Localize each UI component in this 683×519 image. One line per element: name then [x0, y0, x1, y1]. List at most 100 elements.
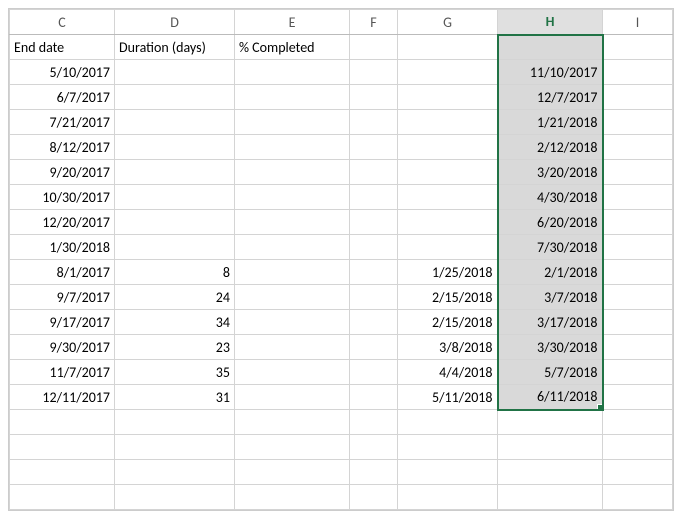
- cell[interactable]: [350, 235, 398, 260]
- cell[interactable]: [603, 210, 673, 235]
- cell-selected[interactable]: 6/20/2018: [498, 210, 603, 235]
- cell[interactable]: End date: [10, 35, 115, 60]
- cell[interactable]: [350, 110, 398, 135]
- cell[interactable]: [115, 460, 235, 485]
- cell[interactable]: [350, 185, 398, 210]
- cell-selected[interactable]: 3/17/2018: [498, 310, 603, 335]
- col-header-C[interactable]: C: [10, 10, 115, 35]
- cell[interactable]: [350, 60, 398, 85]
- cell[interactable]: [603, 410, 673, 435]
- cell[interactable]: [498, 460, 603, 485]
- cell[interactable]: 12/20/2017: [10, 210, 115, 235]
- cell-selected[interactable]: 3/30/2018: [498, 335, 603, 360]
- cell-selected[interactable]: 12/7/2017: [498, 85, 603, 110]
- cell[interactable]: [603, 185, 673, 210]
- cell[interactable]: 7/21/2017: [10, 110, 115, 135]
- cell[interactable]: [10, 460, 115, 485]
- cell[interactable]: 4/4/2018: [398, 360, 498, 385]
- grid[interactable]: C D E F G H I End date Duration (days) %…: [9, 9, 673, 510]
- cell[interactable]: [115, 235, 235, 260]
- cell[interactable]: [398, 160, 498, 185]
- cell[interactable]: [350, 210, 398, 235]
- cell[interactable]: [603, 135, 673, 160]
- cell[interactable]: [235, 335, 350, 360]
- cell[interactable]: 2/15/2018: [398, 285, 498, 310]
- cell[interactable]: 35: [115, 360, 235, 385]
- cell[interactable]: [398, 410, 498, 435]
- cell[interactable]: [115, 185, 235, 210]
- cell-selected[interactable]: 2/12/2018: [498, 135, 603, 160]
- cell[interactable]: [10, 485, 115, 510]
- cell[interactable]: [235, 435, 350, 460]
- cell[interactable]: [235, 460, 350, 485]
- cell[interactable]: [398, 35, 498, 60]
- cell[interactable]: [603, 110, 673, 135]
- cell[interactable]: [115, 410, 235, 435]
- cell[interactable]: [603, 310, 673, 335]
- cell[interactable]: [603, 85, 673, 110]
- cell[interactable]: [10, 435, 115, 460]
- cell[interactable]: [115, 60, 235, 85]
- cell[interactable]: 10/30/2017: [10, 185, 115, 210]
- cell[interactable]: [350, 285, 398, 310]
- cell[interactable]: [115, 210, 235, 235]
- cell[interactable]: 8/12/2017: [10, 135, 115, 160]
- cell[interactable]: [603, 360, 673, 385]
- cell[interactable]: 8/1/2017: [10, 260, 115, 285]
- cell[interactable]: [603, 60, 673, 85]
- cell[interactable]: [10, 410, 115, 435]
- cell[interactable]: [235, 310, 350, 335]
- cell[interactable]: [235, 210, 350, 235]
- col-header-H[interactable]: H: [498, 10, 603, 35]
- cell[interactable]: 31: [115, 385, 235, 410]
- cell[interactable]: 1/30/2018: [10, 235, 115, 260]
- cell[interactable]: [398, 85, 498, 110]
- cell[interactable]: [498, 410, 603, 435]
- cell-selected[interactable]: 4/30/2018: [498, 185, 603, 210]
- cell[interactable]: [398, 210, 498, 235]
- cell[interactable]: 2/15/2018: [398, 310, 498, 335]
- cell[interactable]: [115, 160, 235, 185]
- cell[interactable]: [498, 485, 603, 510]
- cell[interactable]: 23: [115, 335, 235, 360]
- cell[interactable]: [350, 85, 398, 110]
- cell[interactable]: [235, 135, 350, 160]
- cell[interactable]: [235, 260, 350, 285]
- cell-selected[interactable]: 2/1/2018: [498, 260, 603, 285]
- cell[interactable]: [603, 385, 673, 410]
- col-header-G[interactable]: G: [398, 10, 498, 35]
- cell[interactable]: [398, 110, 498, 135]
- cell-selected[interactable]: 3/7/2018: [498, 285, 603, 310]
- cell[interactable]: 9/20/2017: [10, 160, 115, 185]
- cell[interactable]: 34: [115, 310, 235, 335]
- cell-selected[interactable]: 1/21/2018: [498, 110, 603, 135]
- cell[interactable]: [398, 60, 498, 85]
- cell[interactable]: 1/25/2018: [398, 260, 498, 285]
- cell[interactable]: [398, 135, 498, 160]
- cell[interactable]: 12/11/2017: [10, 385, 115, 410]
- cell[interactable]: [603, 460, 673, 485]
- cell[interactable]: [235, 160, 350, 185]
- cell-selected[interactable]: 6/11/2018: [498, 385, 603, 410]
- col-header-D[interactable]: D: [115, 10, 235, 35]
- cell[interactable]: 5/11/2018: [398, 385, 498, 410]
- cell[interactable]: 9/17/2017: [10, 310, 115, 335]
- col-header-F[interactable]: F: [350, 10, 398, 35]
- cell[interactable]: [398, 435, 498, 460]
- cell[interactable]: [603, 335, 673, 360]
- cell[interactable]: [398, 185, 498, 210]
- cell[interactable]: [235, 360, 350, 385]
- cell[interactable]: [350, 160, 398, 185]
- cell[interactable]: [350, 410, 398, 435]
- cell[interactable]: [235, 235, 350, 260]
- col-header-E[interactable]: E: [235, 10, 350, 35]
- cell[interactable]: [235, 85, 350, 110]
- cell[interactable]: [350, 135, 398, 160]
- cell-selected[interactable]: 3/20/2018: [498, 160, 603, 185]
- cell[interactable]: 11/7/2017: [10, 360, 115, 385]
- cell[interactable]: 3/8/2018: [398, 335, 498, 360]
- cell[interactable]: Duration (days): [115, 35, 235, 60]
- cell[interactable]: % Completed: [235, 35, 350, 60]
- cell[interactable]: [350, 485, 398, 510]
- cell[interactable]: 6/7/2017: [10, 85, 115, 110]
